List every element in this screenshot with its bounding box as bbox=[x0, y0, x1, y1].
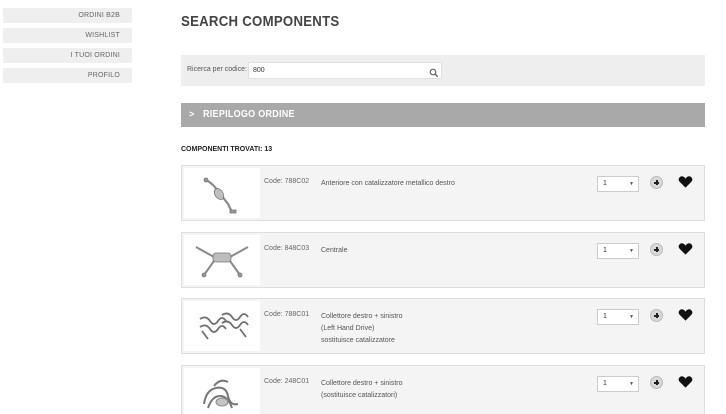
product-code: Code: 788C01 bbox=[264, 311, 310, 318]
product-card: Code: 248C01 Collettore destro + sinistr… bbox=[181, 365, 705, 414]
product-image[interactable] bbox=[184, 168, 260, 218]
quantity-select[interactable]: 1 ▼ bbox=[597, 376, 639, 392]
order-summary-label: RIEPILOGO ORDINE bbox=[203, 109, 295, 120]
page-title: SEARCH COMPONENTS bbox=[181, 13, 340, 30]
product-code: Code: 788C02 bbox=[264, 178, 310, 185]
quantity-select[interactable]: 1 ▼ bbox=[597, 243, 639, 259]
product-card: Code: 788C02 Anteriore con catalizzatore… bbox=[181, 165, 705, 221]
product-code: Code: 848C03 bbox=[264, 245, 310, 252]
product-image[interactable] bbox=[184, 301, 260, 351]
account-sidebar: ORDINI B2B WISHLIST I TUOI ORDINI PROFIL… bbox=[3, 8, 132, 88]
caret-down-icon: ▼ bbox=[629, 181, 634, 187]
sidebar-item-tuoi-ordini[interactable]: I TUOI ORDINI bbox=[3, 48, 132, 63]
product-description: Collettore destro + sinistro (Left Hand … bbox=[321, 313, 403, 344]
wishlist-heart-icon[interactable] bbox=[678, 375, 693, 389]
product-description: Anteriore con catalizzatore metallico de… bbox=[321, 180, 455, 187]
sidebar-item-ordini-b2b[interactable]: ORDINI B2B bbox=[3, 8, 132, 23]
product-description: Centrale bbox=[321, 247, 348, 254]
search-input[interactable] bbox=[248, 62, 442, 79]
caret-down-icon: ▼ bbox=[629, 314, 634, 320]
add-to-cart-button[interactable] bbox=[650, 243, 663, 256]
search-icon[interactable] bbox=[429, 65, 439, 78]
chevron-right-icon: > bbox=[189, 109, 195, 119]
caret-down-icon: ▼ bbox=[629, 248, 634, 254]
product-image[interactable] bbox=[184, 368, 260, 414]
search-label: Ricerca per codice: bbox=[187, 66, 247, 73]
add-to-cart-button[interactable] bbox=[650, 309, 663, 322]
add-to-cart-button[interactable] bbox=[650, 176, 663, 189]
add-to-cart-button[interactable] bbox=[650, 376, 663, 389]
wishlist-heart-icon[interactable] bbox=[678, 175, 693, 189]
quantity-select[interactable]: 1 ▼ bbox=[597, 309, 639, 325]
product-image[interactable] bbox=[184, 235, 260, 285]
product-card: Code: 848C03 Centrale 1 ▼ bbox=[181, 232, 705, 288]
results-count: COMPONENTI TROVATI: 13 bbox=[181, 146, 273, 153]
search-bar: Ricerca per codice: bbox=[181, 55, 705, 86]
product-card: Code: 788C01 Collettore destro + sinistr… bbox=[181, 298, 705, 354]
product-code: Code: 248C01 bbox=[264, 378, 310, 385]
sidebar-item-wishlist[interactable]: WISHLIST bbox=[3, 28, 132, 43]
order-summary-toggle[interactable]: > RIEPILOGO ORDINE bbox=[181, 103, 705, 127]
quantity-select[interactable]: 1 ▼ bbox=[597, 176, 639, 192]
caret-down-icon: ▼ bbox=[629, 381, 634, 387]
sidebar-item-profilo[interactable]: PROFILO bbox=[3, 68, 132, 83]
wishlist-heart-icon[interactable] bbox=[678, 242, 693, 256]
product-description: Collettore destro + sinistro (sostituisc… bbox=[321, 380, 403, 399]
wishlist-heart-icon[interactable] bbox=[678, 308, 693, 322]
